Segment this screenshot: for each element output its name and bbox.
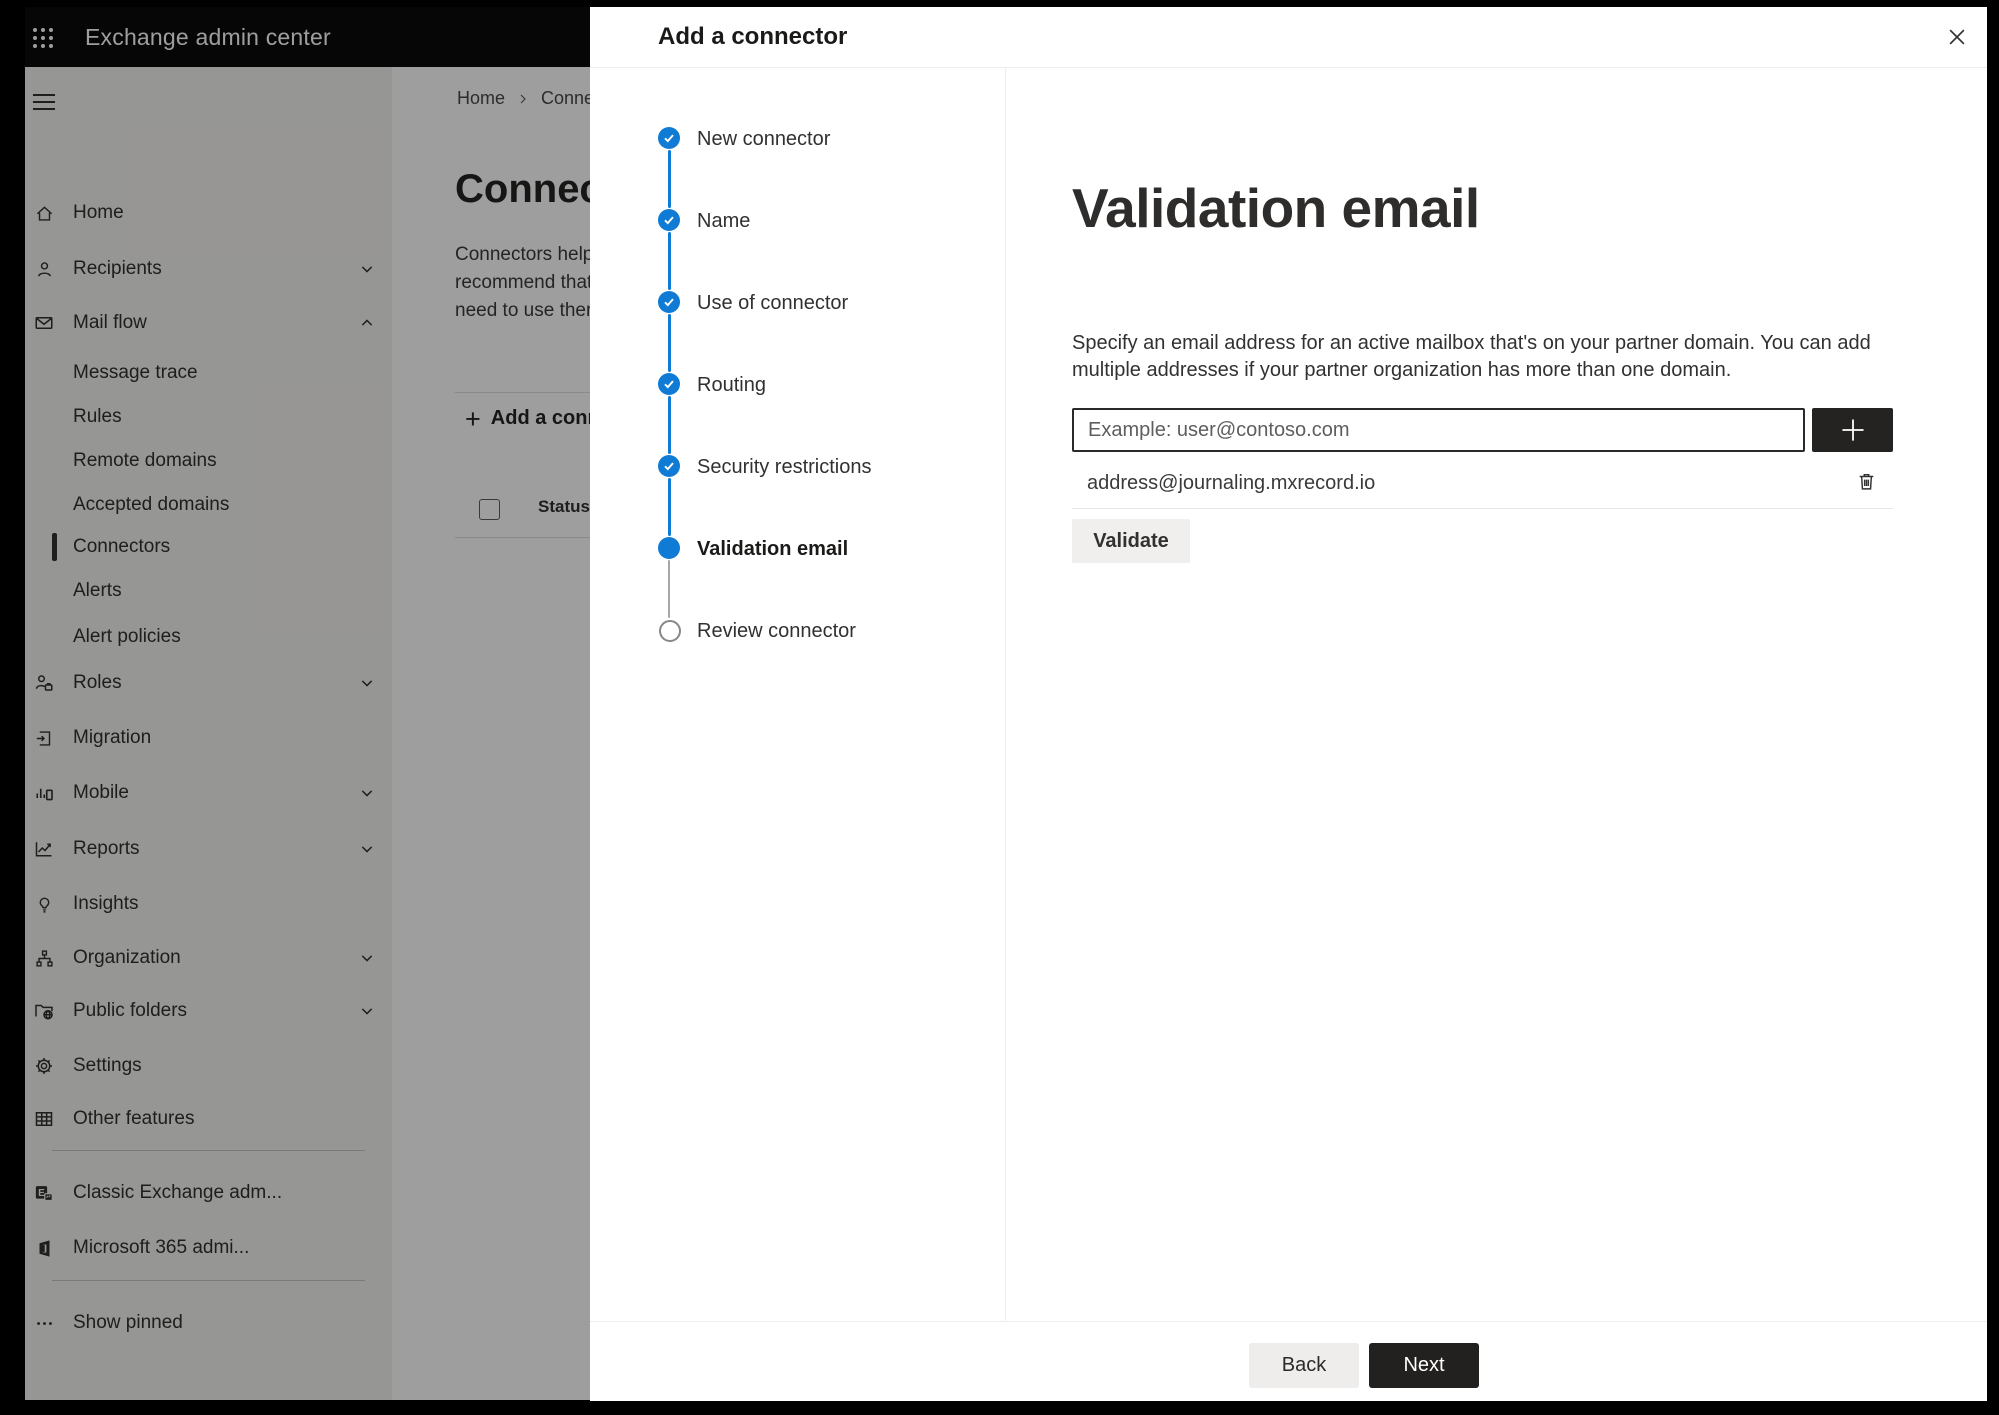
step-circle-completed[interactable]: [658, 291, 680, 313]
panel-heading: Validation email: [1072, 177, 1480, 239]
step-label-use-of-connector[interactable]: Use of connector: [697, 292, 848, 315]
step-connector-line: [668, 314, 671, 372]
step-connector-line: [668, 232, 671, 290]
validate-button[interactable]: Validate: [1072, 519, 1190, 563]
add-address-button[interactable]: [1812, 408, 1893, 452]
step-label-review-connector[interactable]: Review connector: [697, 620, 856, 643]
delete-address-trash-icon[interactable]: [1851, 466, 1881, 496]
step-circle-active[interactable]: [658, 537, 680, 559]
step-connector-line: [668, 396, 671, 454]
step-circle-completed[interactable]: [658, 209, 680, 231]
step-label-new-connector[interactable]: New connector: [697, 128, 830, 151]
step-connector-line: [668, 560, 670, 618]
step-circle-completed[interactable]: [658, 127, 680, 149]
step-label-validation-email[interactable]: Validation email: [697, 538, 848, 561]
step-circle-completed[interactable]: [658, 455, 680, 477]
next-button[interactable]: Next: [1369, 1343, 1479, 1388]
validation-address-item: address@journaling.mxrecord.io: [1087, 472, 1376, 494]
step-circle-pending[interactable]: [659, 620, 681, 642]
step-label-security-restrictions[interactable]: Security restrictions: [697, 456, 872, 479]
close-icon[interactable]: [1942, 22, 1972, 52]
step-connector-line: [668, 478, 671, 536]
dialog-title: Add a connector: [658, 23, 848, 50]
step-label-routing[interactable]: Routing: [697, 374, 766, 397]
back-button[interactable]: Back: [1249, 1343, 1359, 1388]
step-connector-line: [668, 150, 671, 208]
divider: [1072, 508, 1893, 509]
validation-email-panel: Validation email Specify an email addres…: [1005, 68, 1987, 1321]
wizard-stepper: New connector Name Use of connector Rout…: [590, 68, 1006, 1321]
email-address-input[interactable]: [1072, 408, 1805, 452]
step-circle-completed[interactable]: [658, 373, 680, 395]
dialog-header: Add a connector: [590, 7, 1987, 68]
dialog-footer: Back Next: [590, 1321, 1987, 1401]
add-connector-dialog: Add a connector New connector Name Use o…: [590, 7, 1987, 1401]
plus-icon: [1841, 419, 1864, 441]
panel-description: Specify an email address for an active m…: [1072, 332, 1871, 381]
step-label-name[interactable]: Name: [697, 210, 750, 233]
